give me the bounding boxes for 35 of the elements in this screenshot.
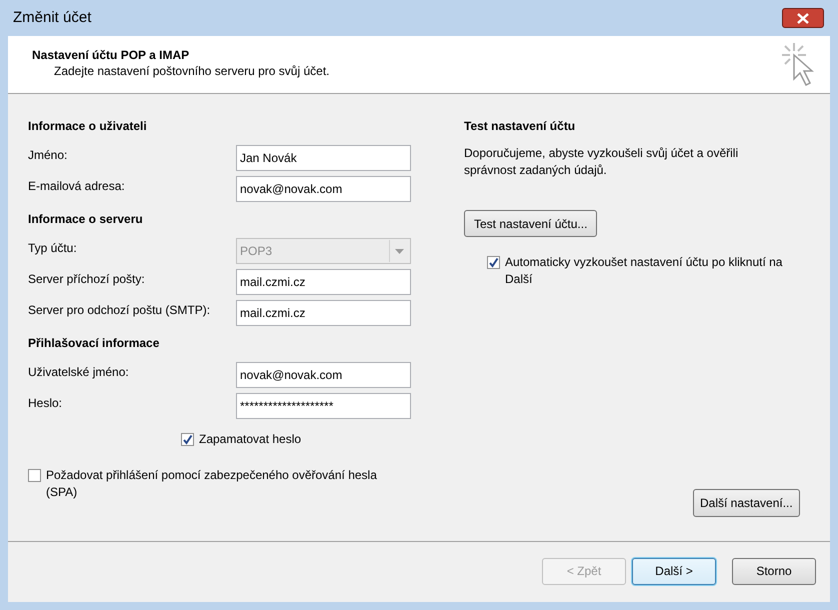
section-heading: Test nastavení účtu [464, 118, 576, 135]
close-icon [797, 12, 809, 24]
field-label: Jméno: [28, 147, 68, 164]
input-field[interactable]: novak@novak.com [236, 176, 411, 202]
input-field[interactable]: novak@novak.com [236, 362, 411, 388]
cursor-click-icon [780, 41, 816, 89]
input-field[interactable]: mail.czmi.cz [236, 269, 411, 295]
test-description: Doporučujeme, abyste vyzkoušeli svůj účet a ověřili správnost zadaných údajů. [464, 145, 740, 179]
section-heading: Přihlašovací informace [28, 335, 160, 352]
field-label: Server příchozí pošty: [28, 271, 146, 288]
field-label: Server pro odchozí poštu (SMTP): [28, 302, 212, 319]
dropdown-arrow-icon [395, 248, 404, 254]
checkbox-label: Automaticky vyzkoušet nastavení účtu po kliknutí na Další [505, 254, 784, 288]
section-heading: Informace o uživateli [28, 118, 148, 135]
input-field[interactable]: mail.czmi.cz [236, 300, 411, 326]
header-subtitle: Zadejte nastavení poštovního serveru pro svůj účet. [53, 63, 330, 79]
checkbox-label: Požadovat přihlášení pomocí zabezpečeného ověřování hesla (SPA) [46, 467, 378, 501]
more-settings-button[interactable]: Další nastavení... [693, 489, 800, 517]
close-button[interactable] [782, 8, 824, 28]
input-field[interactable]: Jan Novák [236, 145, 411, 171]
header-title: Nastavení účtu POP a IMAP [32, 47, 190, 63]
checkbox-label: Zapamatovat heslo [199, 431, 302, 448]
field-label: Heslo: [28, 395, 64, 412]
checkbox[interactable] [181, 432, 194, 446]
password-field[interactable]: ******************** [236, 393, 411, 419]
field-label: E-mailová adresa: [28, 178, 126, 195]
field-label: Typ účtu: [28, 240, 78, 257]
section-heading: Informace o serveru [28, 211, 144, 228]
checkbox[interactable] [487, 256, 500, 269]
window-title: Změnit účet [13, 8, 92, 28]
test-settings-button[interactable]: Test nastavení účtu... [464, 210, 598, 237]
checkbox[interactable] [28, 469, 41, 482]
next-button[interactable]: Další > [632, 558, 716, 584]
cancel-button[interactable]: Storno [732, 558, 816, 584]
field-label: Uživatelské jméno: [28, 364, 130, 381]
